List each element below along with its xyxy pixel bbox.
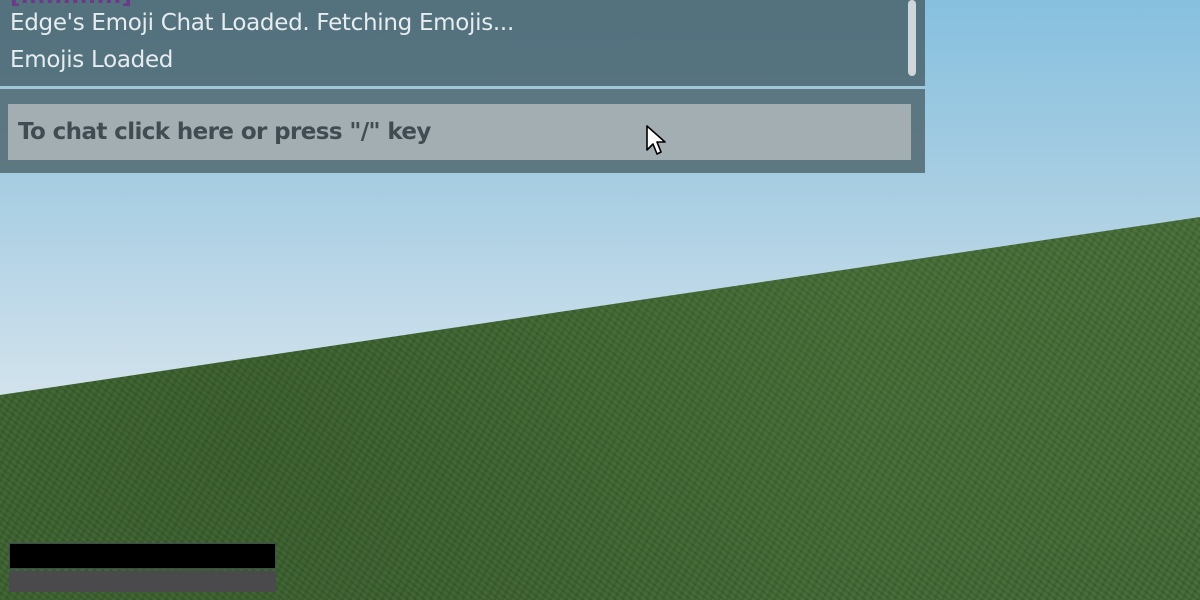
chat-message: Edge's Emoji Chat Loaded. Fetching Emoji… (10, 10, 514, 36)
chat-window: [............] Edge's Emoji Chat Loaded.… (0, 0, 925, 173)
status-bar (9, 571, 276, 592)
chat-input[interactable]: To chat click here or press "/" key (8, 104, 911, 160)
chat-bar: To chat click here or press "/" key (0, 89, 925, 173)
chat-message-partial: [............] (10, 0, 132, 9)
chat-scrollbar[interactable] (908, 0, 916, 76)
mouse-pointer-icon (646, 125, 666, 155)
redacted-bar (9, 543, 276, 569)
game-viewport[interactable]: [............] Edge's Emoji Chat Loaded.… (0, 0, 1200, 600)
chat-log[interactable]: [............] Edge's Emoji Chat Loaded.… (0, 0, 925, 86)
chat-message: Emojis Loaded (10, 47, 174, 73)
